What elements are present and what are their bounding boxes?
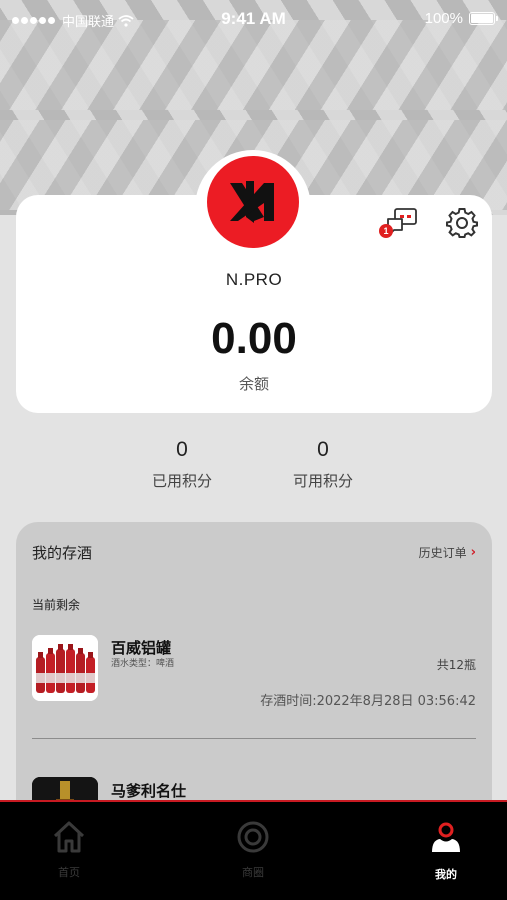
history-orders-label: 历史订单 <box>418 546 467 560</box>
used-points-value: 0 <box>176 438 188 461</box>
available-points-value: 0 <box>317 438 329 461</box>
battery-info: 100% <box>424 10 498 27</box>
available-points-label: 可用积分 <box>292 472 353 490</box>
tab-bar: 首页 商圈 我的 <box>0 800 507 900</box>
circle-icon <box>237 821 269 853</box>
username: N.PRO <box>225 270 283 289</box>
used-points-label: 已用积分 <box>151 472 212 490</box>
available-points: 0 可用积分 <box>258 438 388 491</box>
my-cellar-card: 我的存酒 历史订单 › 当前剩余 百威铝罐 酒水类型：啤酒 共12瓶 存酒时间:… <box>16 522 492 822</box>
balance-value: 0.00 <box>211 314 297 363</box>
item-type: 酒水类型：啤酒 <box>111 659 175 669</box>
item-name: 马爹利名仕 <box>111 782 187 800</box>
user-icon <box>432 822 460 852</box>
tab-business-label: 商圈 <box>242 866 264 879</box>
history-orders-link[interactable]: 历史订单 › <box>419 544 476 561</box>
gear-icon <box>446 208 478 238</box>
battery-percent: 100% <box>424 10 463 27</box>
settings-button[interactable] <box>446 207 478 239</box>
chevron-right-icon: › <box>470 545 476 560</box>
divider <box>32 738 476 739</box>
used-points: 0 已用积分 <box>117 438 247 491</box>
balance-label: 余额 <box>238 375 269 393</box>
remaining-label: 当前剩余 <box>32 598 81 612</box>
item-thumbnail[interactable] <box>32 635 98 701</box>
tab-mine[interactable]: 我的 <box>396 820 496 882</box>
status-bar: 中国联通 9:41 AM 100% <box>0 0 507 40</box>
tab-home[interactable]: 首页 <box>19 820 119 880</box>
tab-business[interactable]: 商圈 <box>203 820 303 880</box>
home-icon <box>53 821 85 853</box>
message-badge: 1 <box>379 224 393 238</box>
avatar[interactable] <box>207 156 299 248</box>
messages-button[interactable]: 1 <box>379 206 420 240</box>
brand-logo-icon <box>230 181 274 223</box>
item-quantity: 共12瓶 <box>436 658 476 672</box>
tab-home-label: 首页 <box>58 866 80 879</box>
beer-bottles-image <box>32 635 98 701</box>
item-stored-time: 存酒时间:2022年8月28日 03:56:42 <box>260 694 476 709</box>
item-name: 百威铝罐 <box>111 639 172 657</box>
cellar-title: 我的存酒 <box>32 544 93 562</box>
battery-icon <box>469 12 498 25</box>
tab-mine-label: 我的 <box>435 868 457 881</box>
